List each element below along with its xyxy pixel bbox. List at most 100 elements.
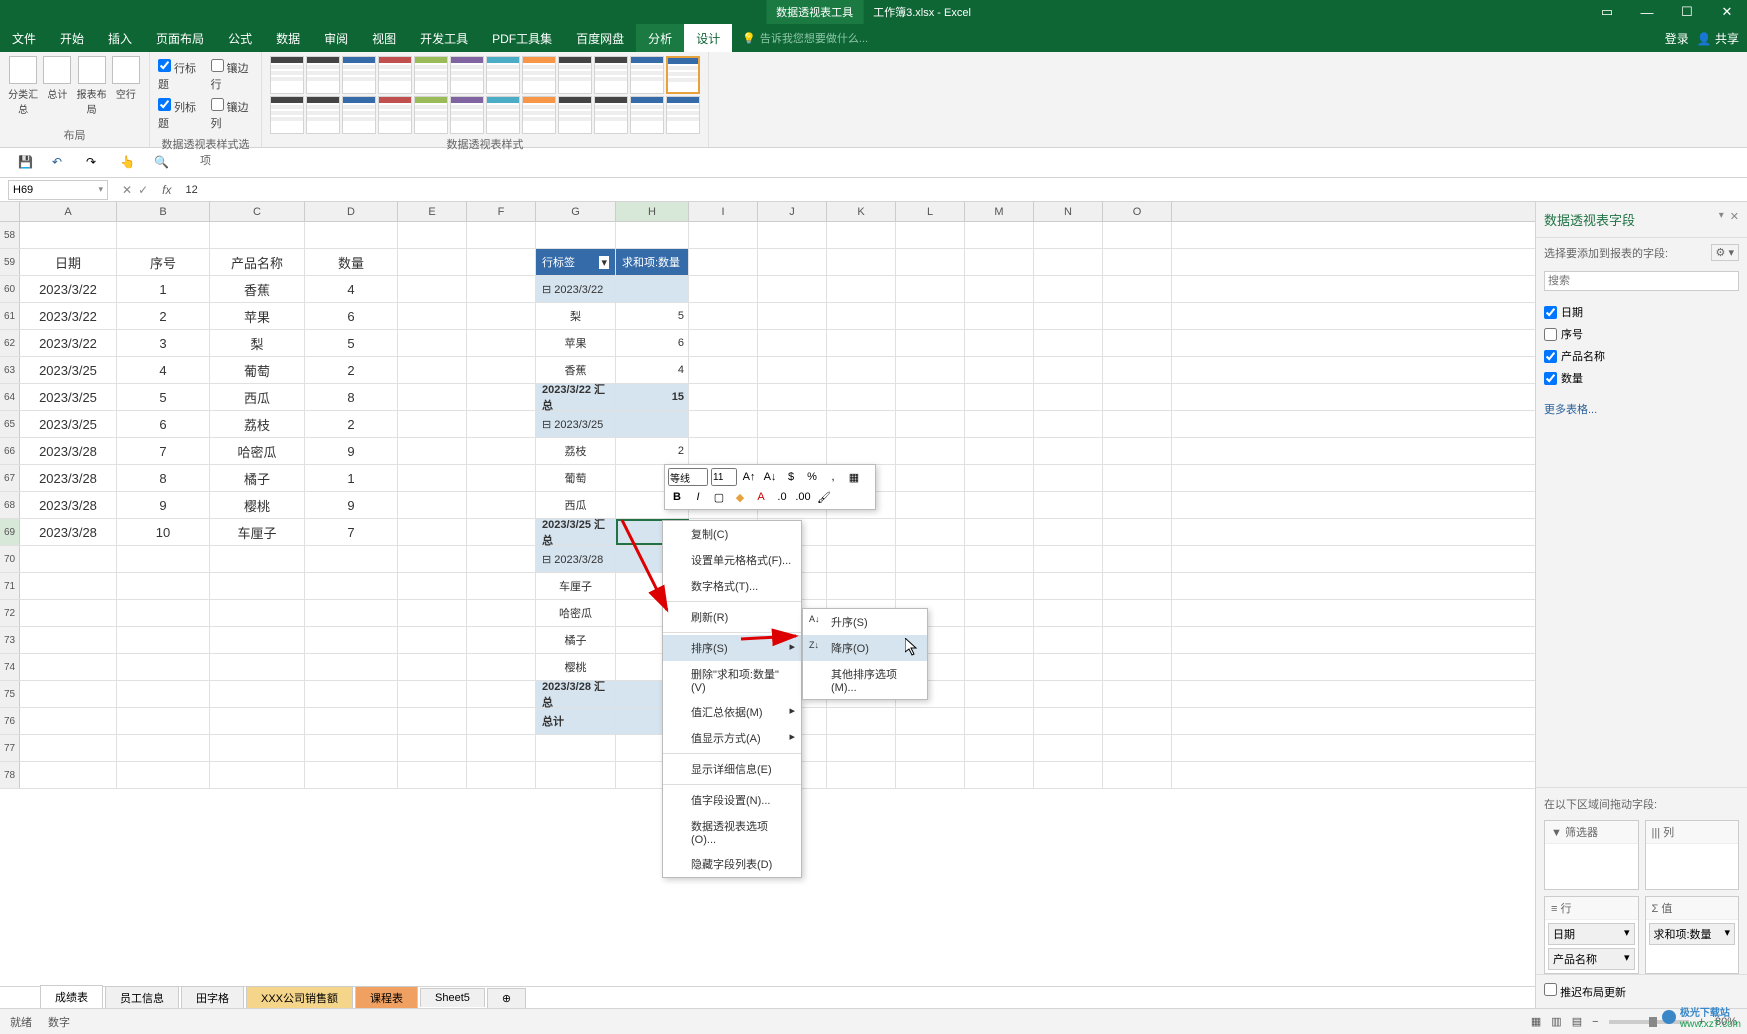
- cell[interactable]: 7: [117, 438, 210, 464]
- cell[interactable]: [1103, 573, 1172, 599]
- cell[interactable]: [965, 600, 1034, 626]
- cell[interactable]: [210, 600, 305, 626]
- cell[interactable]: [467, 357, 536, 383]
- cell[interactable]: 2023/3/22: [20, 330, 117, 356]
- cell[interactable]: 9: [117, 492, 210, 518]
- cell[interactable]: [536, 762, 616, 788]
- pivot-style-thumb[interactable]: [594, 96, 628, 134]
- comma-icon[interactable]: ,: [824, 468, 842, 486]
- cell[interactable]: 5: [305, 330, 398, 356]
- cell[interactable]: 2023/3/22: [20, 303, 117, 329]
- cell[interactable]: [398, 303, 467, 329]
- add-sheet-button[interactable]: ⊕: [487, 988, 526, 1008]
- cell[interactable]: [398, 384, 467, 410]
- cell[interactable]: 求和项:数量: [616, 249, 689, 275]
- cell[interactable]: 序号: [117, 249, 210, 275]
- row-header[interactable]: 75: [0, 681, 20, 707]
- cell[interactable]: [1034, 681, 1103, 707]
- pivot-style-thumb[interactable]: [486, 56, 520, 94]
- cell[interactable]: [965, 222, 1034, 248]
- cell[interactable]: 2023/3/28 汇总: [536, 681, 616, 707]
- pivot-style-thumb[interactable]: [414, 96, 448, 134]
- cell[interactable]: [1034, 357, 1103, 383]
- row-header[interactable]: 72: [0, 600, 20, 626]
- row-header[interactable]: 63: [0, 357, 20, 383]
- cell[interactable]: [467, 249, 536, 275]
- cell[interactable]: 产品名称: [210, 249, 305, 275]
- cell[interactable]: [305, 573, 398, 599]
- cell[interactable]: [467, 492, 536, 518]
- tab-review[interactable]: 审阅: [312, 24, 360, 52]
- cell[interactable]: [20, 708, 117, 734]
- sheet-tab[interactable]: 课程表: [355, 986, 418, 1009]
- cell[interactable]: [896, 708, 965, 734]
- pivot-style-thumb[interactable]: [666, 96, 700, 134]
- cell[interactable]: [965, 546, 1034, 572]
- cell[interactable]: [689, 357, 758, 383]
- cell[interactable]: [827, 276, 896, 302]
- cell[interactable]: [1034, 384, 1103, 410]
- cell[interactable]: 4: [616, 357, 689, 383]
- area-field-item[interactable]: 日期▾: [1548, 923, 1635, 945]
- cell[interactable]: 2023/3/28: [20, 438, 117, 464]
- pivot-style-thumb[interactable]: [594, 56, 628, 94]
- italic-icon[interactable]: I: [689, 488, 707, 506]
- cell[interactable]: [398, 330, 467, 356]
- cell[interactable]: [827, 357, 896, 383]
- cell[interactable]: [1103, 762, 1172, 788]
- cell[interactable]: [20, 222, 117, 248]
- pivot-style-thumb[interactable]: [630, 56, 664, 94]
- save-icon[interactable]: 💾: [18, 155, 34, 171]
- decrease-font-icon[interactable]: A↓: [761, 468, 779, 486]
- field-checkbox[interactable]: 数量: [1544, 367, 1739, 389]
- format-icon[interactable]: ▦: [845, 468, 863, 486]
- sort-menu-item[interactable]: Z↓降序(O): [803, 635, 927, 661]
- field-checkbox[interactable]: 日期: [1544, 301, 1739, 323]
- field-checkbox[interactable]: 序号: [1544, 323, 1739, 345]
- cell[interactable]: [896, 276, 965, 302]
- cell[interactable]: [305, 654, 398, 680]
- cell[interactable]: [1034, 411, 1103, 437]
- cell[interactable]: 8: [305, 384, 398, 410]
- tab-data[interactable]: 数据: [264, 24, 312, 52]
- cell[interactable]: [1034, 735, 1103, 761]
- cell[interactable]: [758, 303, 827, 329]
- context-menu-item[interactable]: 复制(C): [663, 521, 801, 547]
- cell[interactable]: [965, 573, 1034, 599]
- cell[interactable]: [689, 276, 758, 302]
- pivot-style-thumb[interactable]: [486, 96, 520, 134]
- cell[interactable]: [827, 222, 896, 248]
- cell[interactable]: 15: [616, 384, 689, 410]
- cell[interactable]: [117, 627, 210, 653]
- cell[interactable]: [117, 708, 210, 734]
- cell[interactable]: 10: [117, 519, 210, 545]
- cell[interactable]: [758, 438, 827, 464]
- sheet-tab[interactable]: Sheet5: [420, 988, 485, 1007]
- cell[interactable]: [827, 438, 896, 464]
- cell[interactable]: [896, 492, 965, 518]
- cell[interactable]: [117, 735, 210, 761]
- cell[interactable]: [896, 249, 965, 275]
- tab-view[interactable]: 视图: [360, 24, 408, 52]
- cell[interactable]: 荔枝: [536, 438, 616, 464]
- cell[interactable]: [398, 573, 467, 599]
- cell[interactable]: [758, 357, 827, 383]
- blank-rows-button[interactable]: 空行: [111, 56, 141, 116]
- cell[interactable]: [1034, 654, 1103, 680]
- sort-menu-item[interactable]: A↓升序(S): [803, 609, 927, 635]
- cell[interactable]: 日期: [20, 249, 117, 275]
- cell[interactable]: 3: [117, 330, 210, 356]
- cell[interactable]: [896, 573, 965, 599]
- view-normal-icon[interactable]: ▦: [1531, 1015, 1541, 1028]
- cell[interactable]: [398, 357, 467, 383]
- cell[interactable]: 橘子: [536, 627, 616, 653]
- cell[interactable]: 荔枝: [210, 411, 305, 437]
- cell[interactable]: [1034, 222, 1103, 248]
- cell[interactable]: [1103, 519, 1172, 545]
- cell[interactable]: [467, 384, 536, 410]
- mini-font-select[interactable]: [668, 468, 708, 486]
- cell[interactable]: [758, 222, 827, 248]
- more-tables-link[interactable]: 更多表格...: [1536, 395, 1747, 423]
- cell[interactable]: 车厘子: [210, 519, 305, 545]
- zoom-out-icon[interactable]: −: [1592, 1016, 1598, 1028]
